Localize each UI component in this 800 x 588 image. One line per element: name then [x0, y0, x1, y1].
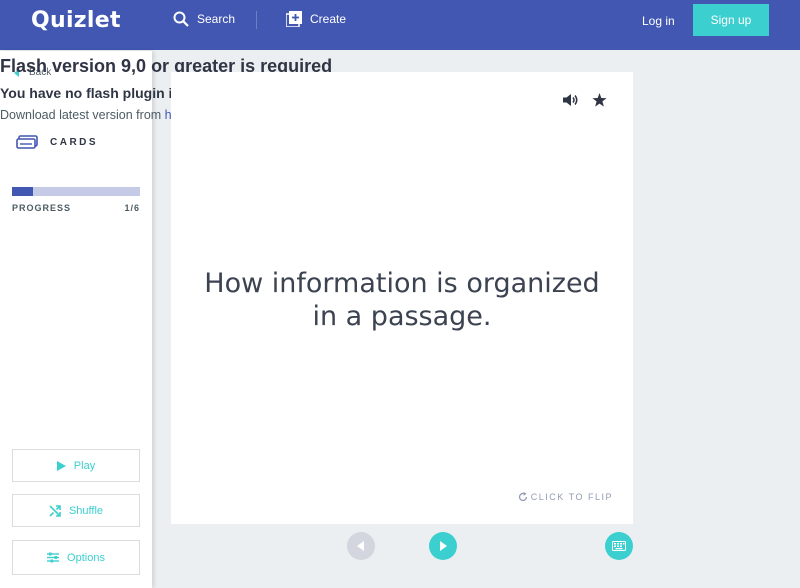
- audio-icon[interactable]: [563, 93, 579, 107]
- flash-download-label: Download latest version from: [0, 108, 165, 122]
- keyboard-icon: [612, 541, 626, 551]
- search-icon: [173, 11, 189, 27]
- create-label: Create: [310, 12, 347, 26]
- keyboard-shortcuts-button[interactable]: [605, 532, 633, 560]
- shuffle-icon: [49, 504, 61, 517]
- card-term: How information is organized in a passag…: [204, 268, 600, 332]
- login-link[interactable]: Log in: [642, 14, 675, 28]
- prev-arrow-icon: [357, 541, 364, 551]
- sidebar: Back CARDS PROGRESS 1/6 Play Shuffle Opt…: [0, 51, 152, 588]
- next-card-button[interactable]: [429, 532, 457, 560]
- shuffle-button[interactable]: Shuffle: [12, 494, 140, 527]
- create-icon: [286, 11, 302, 27]
- star-icon[interactable]: [592, 93, 607, 107]
- flip-icon: [518, 492, 527, 502]
- quizlet-logo[interactable]: Quizlet: [31, 8, 121, 33]
- options-label: Options: [67, 551, 105, 564]
- play-button[interactable]: Play: [12, 449, 140, 482]
- cards-mode-selector[interactable]: CARDS: [16, 135, 98, 149]
- play-icon: [56, 460, 66, 471]
- signup-button[interactable]: Sign up: [693, 4, 769, 36]
- cards-mode-label: CARDS: [50, 136, 99, 148]
- options-button[interactable]: Options: [12, 540, 140, 575]
- create-button[interactable]: Create: [286, 0, 346, 38]
- nav-divider: [256, 11, 257, 29]
- progress-bar: [12, 187, 140, 196]
- options-icon: [47, 552, 60, 563]
- progress-fill: [12, 187, 34, 196]
- search-label: Search: [197, 12, 236, 26]
- cards-icon: [16, 135, 38, 149]
- progress-label: PROGRESS: [12, 203, 72, 213]
- click-to-flip[interactable]: CLICK TO FLIP: [518, 492, 613, 502]
- search-button[interactable]: Search: [173, 0, 235, 38]
- flashcard[interactable]: How information is organized in a passag…: [171, 72, 633, 524]
- next-arrow-icon: [440, 541, 447, 551]
- flash-download-text: Download latest version from here: [0, 108, 190, 122]
- play-label: Play: [73, 459, 96, 472]
- progress-count: 1/6: [124, 203, 140, 213]
- previous-card-button[interactable]: [347, 532, 375, 560]
- top-nav: Quizlet Search Create Log in Sign up: [0, 0, 800, 50]
- flip-hint-label: CLICK TO FLIP: [530, 492, 613, 502]
- shuffle-label: Shuffle: [68, 504, 104, 517]
